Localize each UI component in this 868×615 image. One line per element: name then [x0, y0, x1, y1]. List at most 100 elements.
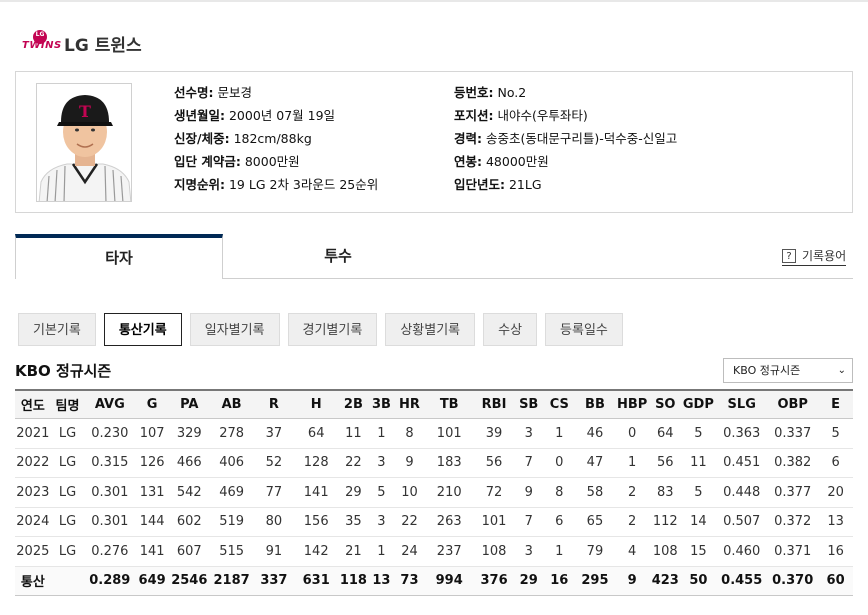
label-salary: 연봉: — [454, 154, 482, 169]
table-cell: LG — [50, 536, 85, 567]
label-career: 경력: — [454, 131, 482, 146]
subtab-registration[interactable]: 등록일수 — [545, 313, 623, 346]
table-cell: 46 — [575, 418, 615, 449]
total-cell: 631 — [294, 566, 339, 596]
subtab-game[interactable]: 경기별기록 — [287, 313, 378, 346]
player-draft: 19 LG 2차 3라운드 25순위 — [228, 177, 379, 192]
table-row: 2021 LG 0.230 107 329 278 37 64 11 1 8 101 39 3 1 46 0 64… — [15, 418, 853, 449]
table-cell: 37 — [253, 418, 295, 449]
table-cell: 2 — [614, 507, 650, 537]
label-birth: 생년월일: — [174, 108, 225, 123]
total-cell: 994 — [424, 566, 474, 596]
table-cell: 64 — [294, 418, 339, 449]
table-cell: 602 — [168, 507, 210, 537]
total-cell: 423 — [649, 566, 681, 596]
table-cell: LG — [50, 418, 85, 449]
table-cell: 5 — [680, 418, 717, 449]
total-cell: 376 — [473, 566, 515, 596]
table-cell: 1 — [368, 536, 395, 567]
table-cell: 77 — [253, 477, 295, 508]
player-career: 송중초(동대문구리틀)-덕수중-신일고 — [485, 131, 678, 146]
section-title: KBO 정규시즌 — [15, 362, 112, 380]
table-cell: 79 — [575, 536, 615, 567]
tab-batter[interactable]: 타자 — [15, 234, 223, 279]
subtab-basic[interactable]: 기본기록 — [18, 313, 96, 346]
record-subtabs: 기본기록 통산기록 일자별기록 경기별기록 상황별기록 수상 등록일수 — [18, 313, 631, 346]
subtab-daily[interactable]: 일자별기록 — [189, 313, 280, 346]
table-cell: 58 — [575, 477, 615, 508]
table-cell: 65 — [575, 507, 615, 537]
column-header: HBP — [614, 389, 650, 419]
table-cell: 35 — [338, 507, 369, 537]
table-cell: 15 — [680, 536, 717, 567]
subtab-situation[interactable]: 상황별기록 — [385, 313, 476, 346]
table-cell: 24 — [394, 536, 425, 567]
table-cell: 0.382 — [767, 448, 819, 478]
column-header: RBI — [473, 389, 515, 419]
table-cell: LG — [50, 507, 85, 537]
table-header-row: 연도 팀명 AVG G PA AB R H 2B 3B HR TB RBI SB CS BB HBP SO GDP S… — [15, 389, 853, 419]
label-body: 신장/체중: — [174, 131, 230, 146]
subtab-career[interactable]: 통산기록 — [103, 313, 182, 346]
column-header: 2B — [338, 389, 369, 419]
table-cell: 108 — [473, 536, 515, 567]
total-cell: 295 — [575, 566, 615, 596]
table-cell: 8 — [394, 418, 425, 449]
table-cell: 515 — [209, 536, 254, 567]
table-cell: 2023 — [15, 477, 51, 508]
table-cell: 519 — [209, 507, 254, 537]
table-cell: 0.337 — [767, 418, 819, 449]
table-cell: 156 — [294, 507, 339, 537]
table-cell: 329 — [168, 418, 210, 449]
player-type-tabs: 타자 투수 — [15, 234, 853, 279]
table-cell: 263 — [424, 507, 474, 537]
table-row: 2022 LG 0.315 126 466 406 52 128 22 3 9 183 56 7 0 47 1 5… — [15, 448, 853, 478]
table-cell: 107 — [135, 418, 169, 449]
total-cell: 9 — [614, 566, 650, 596]
table-cell: 39 — [473, 418, 515, 449]
tab-pitcher[interactable]: 투수 — [223, 234, 453, 278]
table-cell: 52 — [253, 448, 295, 478]
table-cell: 0.372 — [767, 507, 819, 537]
table-cell: 0.507 — [716, 507, 768, 537]
subtab-awards[interactable]: 수상 — [483, 313, 538, 346]
season-select[interactable]: KBO 정규시즌 ⌄ — [723, 358, 853, 383]
table-cell: 3 — [368, 448, 395, 478]
table-cell: 237 — [424, 536, 474, 567]
total-cell: 2187 — [209, 566, 254, 596]
table-cell: 9 — [394, 448, 425, 478]
total-cell: 50 — [680, 566, 717, 596]
total-cell: 649 — [135, 566, 169, 596]
table-cell: 29 — [338, 477, 369, 508]
table-cell: 9 — [514, 477, 543, 508]
table-cell: 7 — [514, 507, 543, 537]
table-cell: 56 — [473, 448, 515, 478]
top-divider — [0, 0, 868, 2]
team-logo: LG TWINS — [22, 30, 62, 51]
table-cell: 0.448 — [716, 477, 768, 508]
table-cell: 466 — [168, 448, 210, 478]
table-cell: 0.230 — [84, 418, 136, 449]
table-cell: 22 — [394, 507, 425, 537]
table-cell: 0.371 — [767, 536, 819, 567]
table-cell: 6 — [818, 448, 853, 478]
table-row: 2025 LG 0.276 141 607 515 91 142 21 1 24 237 108 3 1 79… — [15, 536, 853, 567]
total-cell: 2546 — [168, 566, 210, 596]
table-cell: 3 — [514, 418, 543, 449]
table-cell: 91 — [253, 536, 295, 567]
table-cell: 101 — [424, 418, 474, 449]
player-body: 182cm/88kg — [233, 131, 312, 146]
table-cell: 6 — [542, 507, 576, 537]
table-cell: 2025 — [15, 536, 51, 567]
table-cell: 0 — [614, 418, 650, 449]
table-cell: 2024 — [15, 507, 51, 537]
season-select-value: KBO 정규시즌 — [733, 364, 801, 377]
table-cell: 8 — [542, 477, 576, 508]
table-cell: 3 — [368, 507, 395, 537]
table-cell: 5 — [818, 418, 853, 449]
table-cell: 64 — [649, 418, 681, 449]
table-cell: 2022 — [15, 448, 51, 478]
table-cell: 126 — [135, 448, 169, 478]
table-cell: 16 — [818, 536, 853, 567]
glossary-link[interactable]: ? 기록용어 — [782, 247, 847, 266]
